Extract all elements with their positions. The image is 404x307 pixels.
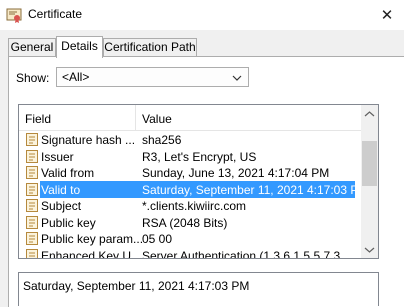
chevron-down-icon: [232, 75, 242, 81]
table-row[interactable]: Signature hash ... sha256: [19, 131, 362, 148]
table-row[interactable]: Public key RSA (2048 Bits): [19, 214, 362, 231]
window-title: Certificate: [28, 7, 83, 21]
row-value: RSA (2048 Bits): [142, 215, 228, 230]
row-field: Signature hash ...: [41, 133, 136, 147]
column-header-value[interactable]: Value: [142, 112, 172, 126]
column-divider[interactable]: [135, 105, 136, 130]
document-field-icon: [26, 182, 38, 196]
table-row[interactable]: Valid from Sunday, June 13, 2021 4:17:04 …: [19, 164, 362, 181]
tab-details[interactable]: Details: [56, 36, 103, 58]
table-row[interactable]: Issuer R3, Let's Encrypt, US: [19, 148, 362, 165]
certificate-icon: [6, 8, 22, 23]
document-field-icon: [26, 215, 38, 229]
tab-general-label: General: [10, 40, 54, 54]
document-field-icon: [26, 232, 38, 245]
vertical-scrollbar[interactable]: [361, 105, 378, 258]
close-icon: ✕: [380, 7, 394, 24]
table-row[interactable]: Subject *.clients.kiwiirc.com: [19, 197, 362, 214]
field-detail-text: Saturday, September 11, 2021 4:17:03 PM: [23, 279, 250, 293]
row-value: R3, Let's Encrypt, US: [142, 149, 257, 164]
document-field-icon: [26, 199, 38, 212]
show-label: Show:: [16, 71, 50, 85]
row-field: Public key: [41, 215, 96, 230]
document-field-icon: [26, 248, 38, 258]
table-row[interactable]: Enhanced Key U... Server Authentication (…: [19, 247, 362, 259]
row-field: Public key param...: [41, 232, 144, 246]
document-field-icon: [26, 149, 38, 163]
row-field: Valid to: [41, 182, 81, 197]
row-value: Saturday, September 11, 2021 4:17:03 PM: [142, 182, 369, 197]
table-row[interactable]: Public key param... 05 00: [19, 230, 362, 247]
tab-general[interactable]: General: [8, 38, 56, 56]
scroll-up-icon[interactable]: [364, 110, 375, 118]
row-value: 05 00: [142, 232, 173, 246]
show-select[interactable]: <All>: [56, 67, 249, 87]
row-value: Server Authentication (1.3.6.1.5.5.7.3..…: [142, 248, 351, 259]
document-field-icon: [26, 166, 38, 179]
row-value: *.clients.kiwiirc.com: [142, 199, 247, 213]
show-select-value: <All>: [62, 70, 90, 84]
tab-certification-path-label: Certification Path: [104, 40, 196, 54]
row-field: Subject: [41, 199, 82, 213]
row-field: Issuer: [41, 149, 74, 164]
title-bar: Certificate ✕: [0, 0, 404, 30]
scroll-thumb[interactable]: [362, 141, 377, 186]
close-button[interactable]: ✕: [370, 0, 404, 30]
row-field: Valid from: [41, 166, 95, 180]
document-field-icon: [26, 133, 38, 146]
scroll-down-icon[interactable]: [364, 246, 375, 254]
table-row[interactable]: Valid to Saturday, September 11, 2021 4:1…: [19, 180, 368, 198]
field-detail-box[interactable]: Saturday, September 11, 2021 4:17:03 PM: [18, 272, 379, 306]
list-header: Field Value: [19, 105, 362, 131]
row-field: Enhanced Key U...: [41, 248, 142, 259]
row-value: Sunday, June 13, 2021 4:17:04 PM: [142, 166, 330, 180]
row-value: sha256: [142, 133, 182, 147]
fields-list[interactable]: Field Value Signature hash ... sha256 Issu…: [18, 104, 379, 259]
tab-certification-path[interactable]: Certification Path: [103, 38, 197, 56]
tab-details-label: Details: [61, 39, 98, 53]
column-header-field[interactable]: Field: [25, 112, 51, 126]
